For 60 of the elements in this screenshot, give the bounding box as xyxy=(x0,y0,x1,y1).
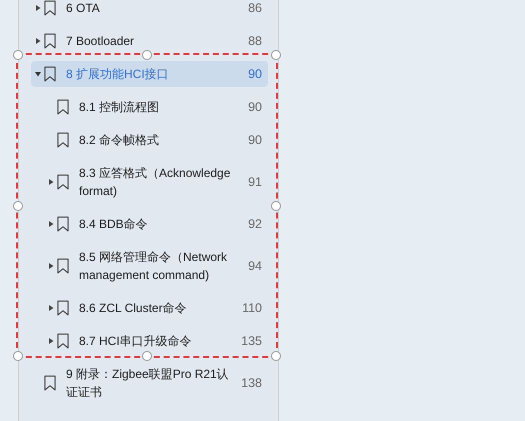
resize-handle[interactable] xyxy=(271,50,281,60)
bookmark-icon xyxy=(57,132,69,148)
outline-item-title: 8.2 命令帧格式 xyxy=(79,132,160,149)
outline-item-title: 8.3 应答格式（Acknowledge format) xyxy=(79,165,232,200)
outline-item-title: 6 OTA xyxy=(66,0,101,17)
outline-item-title: 8.4 BDB命令 xyxy=(79,216,149,233)
expand-arrow-icon[interactable] xyxy=(48,179,54,185)
resize-handle[interactable] xyxy=(13,200,23,210)
resize-handle[interactable] xyxy=(142,50,152,60)
bookmark-icon xyxy=(57,300,69,316)
page-number: 86 xyxy=(248,1,262,15)
resize-handle[interactable] xyxy=(271,200,281,210)
outline-item-title: 8.6 ZCL Cluster命令 xyxy=(79,300,188,317)
page-number: 91 xyxy=(248,175,262,189)
page-number: 135 xyxy=(241,334,262,348)
page-number: 110 xyxy=(242,301,262,315)
page-number: 94 xyxy=(248,259,262,273)
outline-item-title: 7 Bootloader xyxy=(66,33,136,50)
outline-item[interactable]: 7 Bootloader 88 xyxy=(31,28,268,54)
expand-arrow-icon[interactable] xyxy=(48,221,54,227)
page-number: 90 xyxy=(248,67,262,81)
outline-item-title: 8 扩展功能HCI接口 xyxy=(66,66,170,83)
resize-handle[interactable] xyxy=(142,351,152,361)
outline-item[interactable]: 9 附录：Zigbee联盟Pro R21认证证书 138 xyxy=(31,361,268,405)
outline-item-title: 8.7 HCI串口升级命令 xyxy=(79,333,193,350)
outline-item-title: 8.5 网络管理命令（Network management command) xyxy=(79,249,228,284)
bookmark-icon xyxy=(57,333,69,349)
page-number: 90 xyxy=(248,100,262,114)
page-number: 92 xyxy=(248,217,262,231)
outline-item[interactable]: 8.6 ZCL Cluster命令 110 xyxy=(31,295,268,321)
resize-handle[interactable] xyxy=(13,351,23,361)
outline-item[interactable]: 6 OTA 86 xyxy=(31,0,268,21)
bookmark-icon xyxy=(44,33,56,49)
page-number: 90 xyxy=(248,133,262,147)
expand-arrow-icon[interactable] xyxy=(48,338,54,344)
outline-item[interactable]: 8.5 网络管理命令（Network management command) 94 xyxy=(31,244,268,288)
bookmark-icon xyxy=(57,216,69,232)
outline-item-title: 9 附录：Zigbee联盟Pro R21认证证书 xyxy=(66,366,230,401)
expand-arrow-icon[interactable] xyxy=(48,263,54,269)
outline-item[interactable]: 8.1 控制流程图 90 xyxy=(31,94,268,120)
bookmark-icon xyxy=(57,174,69,190)
expand-arrow-icon[interactable] xyxy=(48,305,54,311)
expand-arrow-icon[interactable] xyxy=(35,38,41,44)
outline-item[interactable]: 8.2 命令帧格式 90 xyxy=(31,127,268,153)
outline-item[interactable]: 8.7 HCI串口升级命令 135 xyxy=(31,328,268,354)
bookmark-icon xyxy=(44,0,56,16)
expand-arrow-icon[interactable] xyxy=(35,5,41,11)
bookmark-icon xyxy=(44,375,56,391)
outline-item[interactable]: 8.3 应答格式（Acknowledge format) 91 xyxy=(31,160,268,204)
bookmark-icon xyxy=(44,66,56,82)
outline-item[interactable]: 8.4 BDB命令 92 xyxy=(31,211,268,237)
collapse-arrow-icon[interactable] xyxy=(35,71,41,77)
outline-item-title: 8.1 控制流程图 xyxy=(79,99,160,116)
resize-handle[interactable] xyxy=(271,351,281,361)
page-number: 138 xyxy=(241,376,262,390)
page-number: 88 xyxy=(248,34,262,48)
selection-frame[interactable] xyxy=(16,53,278,358)
resize-handle[interactable] xyxy=(13,50,23,60)
bookmark-icon xyxy=(57,258,69,274)
bookmark-icon xyxy=(57,99,69,115)
